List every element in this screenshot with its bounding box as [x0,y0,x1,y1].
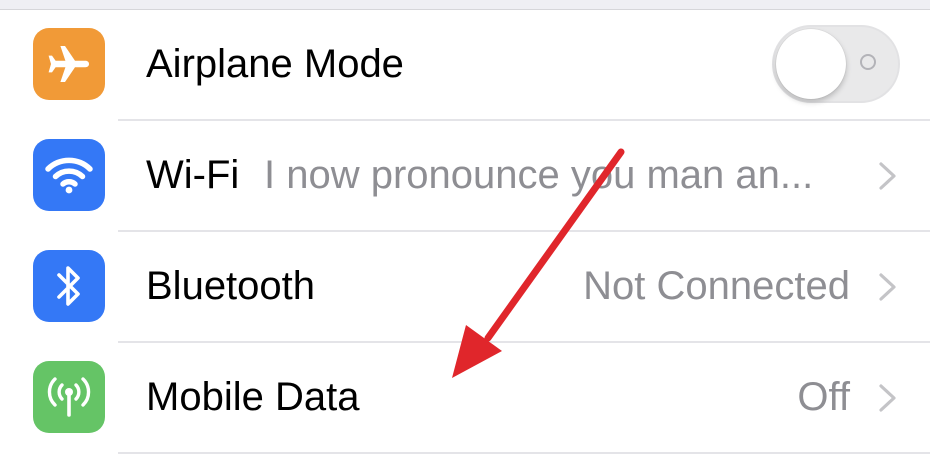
settings-row-mobile-data[interactable]: Mobile Data Off [0,343,930,454]
settings-row-bluetooth[interactable]: Bluetooth Not Connected [0,232,930,343]
settings-row-wifi[interactable]: Wi-Fi I now pronounce you man an... [0,121,930,232]
chevron-right-icon [879,273,896,301]
toggle-knob [776,29,846,99]
bluetooth-status: Not Connected [583,264,850,308]
antenna-icon [33,361,105,433]
airplane-mode-label: Airplane Mode [146,42,404,86]
airplane-mode-toggle[interactable] [772,25,900,103]
settings-row-airplane-mode[interactable]: Airplane Mode [0,10,930,121]
row-separator [118,452,930,454]
toggle-off-indicator-icon [860,54,876,70]
list-top-edge [0,0,930,10]
wifi-icon [33,139,105,211]
mobile-data-status: Off [797,375,850,419]
mobile-data-label: Mobile Data [146,375,360,419]
bluetooth-icon [33,250,105,322]
wifi-label: Wi-Fi [146,153,240,197]
chevron-right-icon [879,384,896,412]
bluetooth-label: Bluetooth [146,264,316,308]
chevron-right-icon [879,162,896,190]
settings-list: Airplane Mode Wi-Fi I now pronounce you … [0,10,930,454]
wifi-network-name: I now pronounce you man an... [264,153,814,197]
airplane-icon [33,28,105,100]
